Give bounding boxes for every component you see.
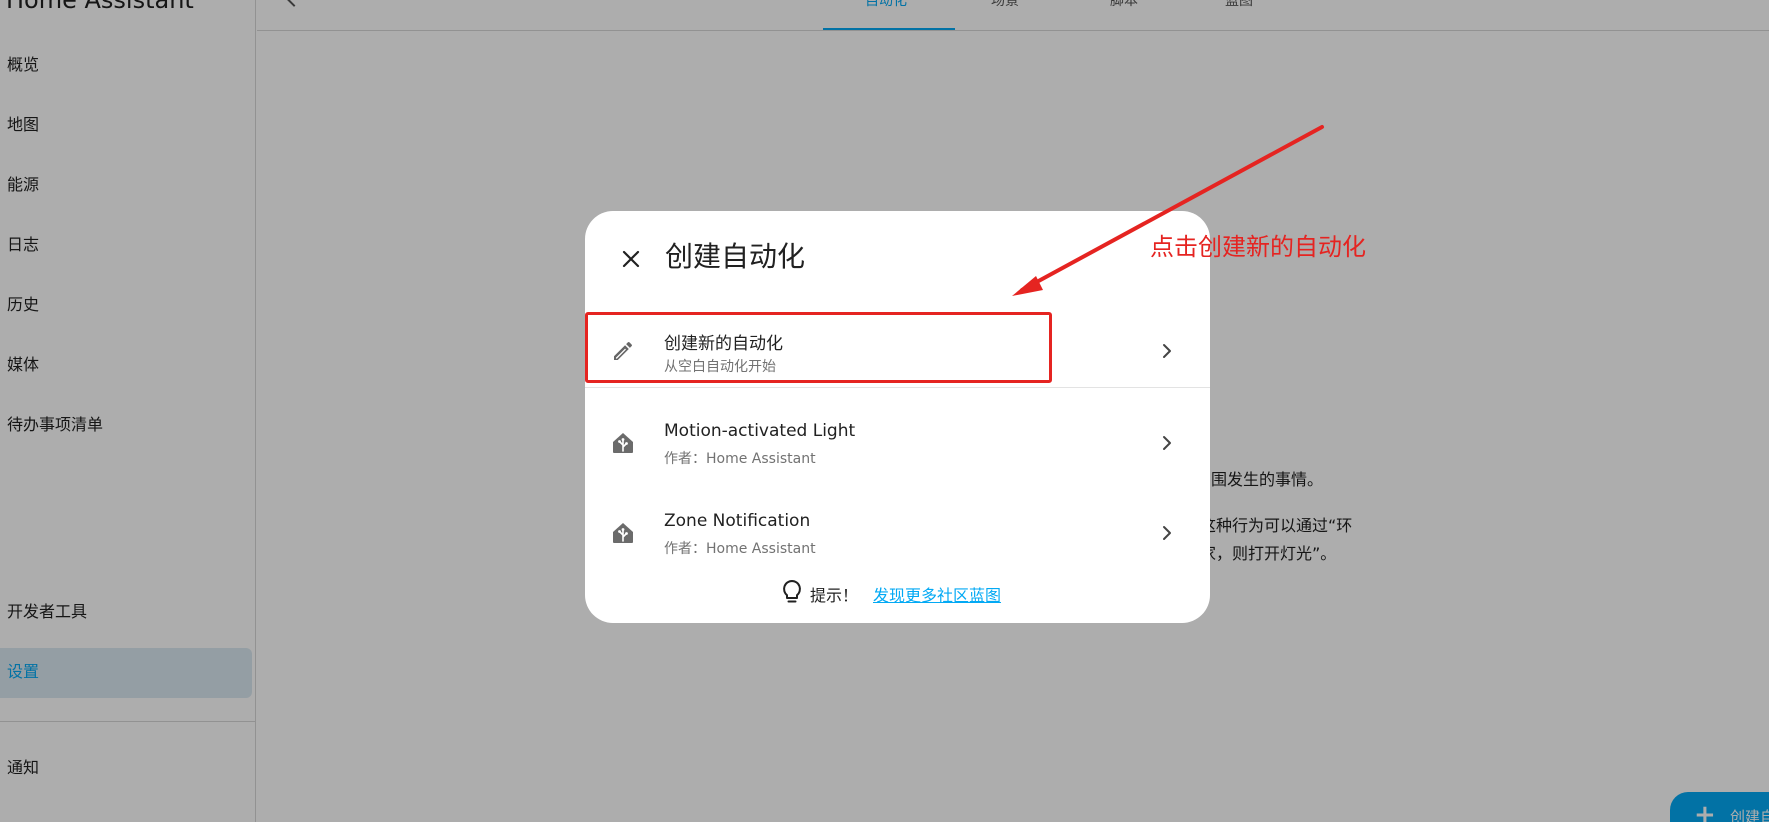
- option-subtitle: 作者：Home Assistant: [664, 451, 816, 467]
- option-divider: [585, 387, 1210, 388]
- home-assistant-blueprint-icon: [613, 523, 633, 543]
- annotation-text: 点击创建新的自动化: [1150, 233, 1366, 261]
- create-automation-dialog: 创建自动化 创建新的自动化 从空白自动化开始 Motion-activated …: [585, 211, 1210, 623]
- chevron-right-icon: [1163, 344, 1171, 358]
- chevron-right-icon: [1163, 526, 1171, 540]
- lightbulb-icon: [783, 580, 801, 603]
- home-assistant-blueprint-icon: [613, 433, 633, 453]
- zone-notification-blueprint-option[interactable]: Zone Notification 作者：Home Assistant: [585, 494, 1210, 572]
- dialog-title: 创建自动化: [665, 240, 806, 273]
- discover-blueprints-link[interactable]: 发现更多社区蓝图: [873, 582, 1001, 606]
- motion-activated-light-blueprint-option[interactable]: Motion-activated Light 作者：Home Assistant: [585, 404, 1210, 482]
- option-subtitle: 作者：Home Assistant: [664, 541, 816, 557]
- chevron-right-icon: [1163, 436, 1171, 450]
- tip-label: 提示！: [810, 586, 859, 605]
- annotation-highlight-box: [585, 312, 1052, 383]
- close-icon[interactable]: [619, 247, 643, 271]
- option-title: Zone Notification: [664, 511, 811, 531]
- option-title: Motion-activated Light: [664, 421, 856, 441]
